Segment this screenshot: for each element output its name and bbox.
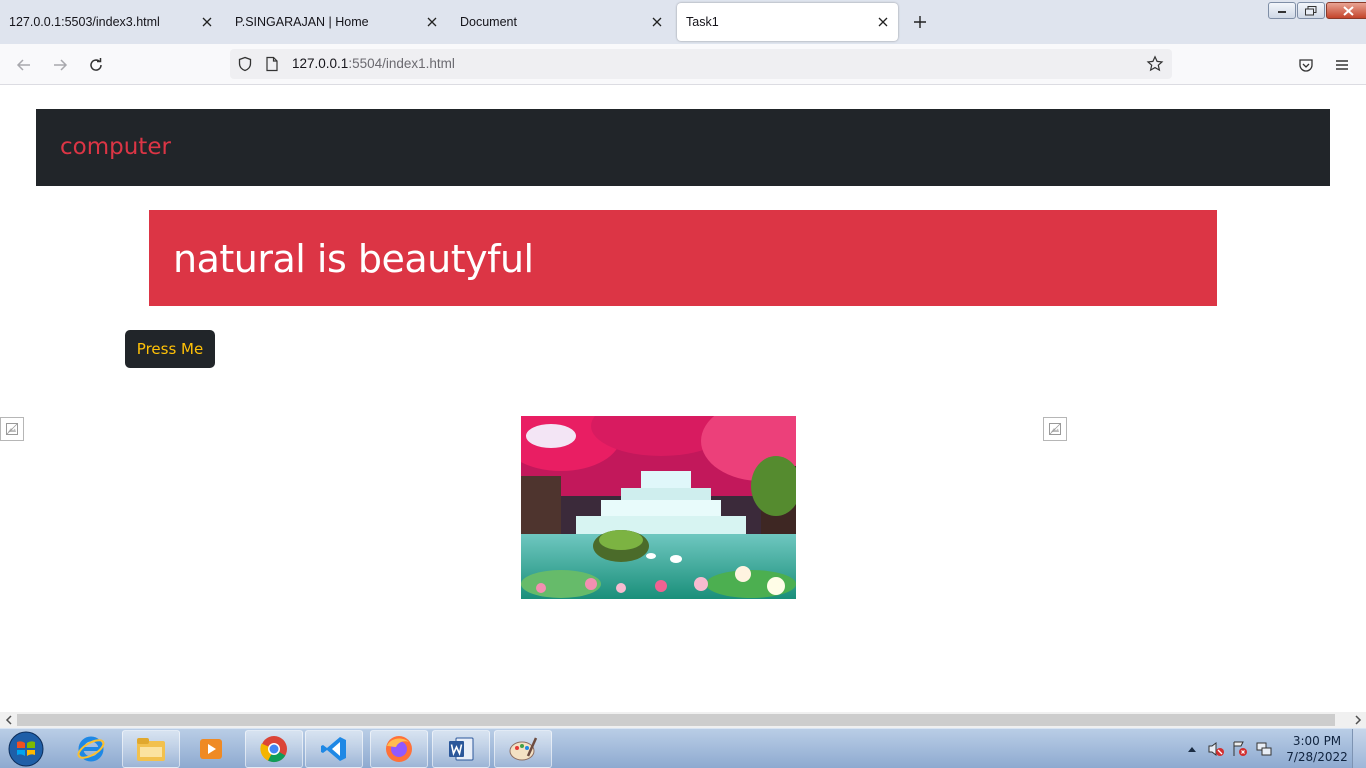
hamburger-menu-icon xyxy=(1336,60,1348,70)
system-clock[interactable]: 3:00 PM 7/28/2022 xyxy=(1284,733,1350,765)
tab-task1[interactable]: Task1 xyxy=(677,3,898,41)
scrollbar-thumb[interactable] xyxy=(17,714,1335,726)
taskbar-internet-explorer[interactable] xyxy=(62,730,120,768)
close-tab-icon[interactable] xyxy=(421,11,443,33)
broken-image-icon xyxy=(1043,417,1067,441)
tab-title: Task1 xyxy=(686,15,719,29)
chrome-icon xyxy=(260,736,287,763)
volume-muted-icon xyxy=(1208,742,1224,756)
close-tab-icon[interactable] xyxy=(646,11,668,33)
new-tab-button[interactable] xyxy=(907,9,933,35)
tab-singarajan-home[interactable]: P.SINGARAJAN | Home xyxy=(226,3,447,41)
forward-arrow-icon xyxy=(54,59,68,71)
minimize-button[interactable] xyxy=(1268,2,1296,19)
clock-date: 7/28/2022 xyxy=(1286,750,1348,764)
back-button[interactable] xyxy=(12,53,36,77)
plus-icon xyxy=(914,16,926,28)
tab-document[interactable]: Document xyxy=(451,3,672,41)
hero-banner: natural is beautyful xyxy=(149,210,1217,306)
windows-taskbar: 3:00 PM 7/28/2022 xyxy=(0,728,1366,768)
vscode-icon xyxy=(321,737,346,761)
url-path: :5504/index1.html xyxy=(348,56,455,71)
app-menu-button[interactable] xyxy=(1330,53,1354,77)
volume-muted-button[interactable] xyxy=(1206,735,1226,763)
close-window-button[interactable] xyxy=(1326,2,1366,19)
taskbar-file-explorer[interactable] xyxy=(122,730,180,768)
site-navbar: computer xyxy=(36,109,1330,186)
chevron-up-icon xyxy=(1188,747,1196,752)
scroll-right-icon[interactable] xyxy=(1349,712,1366,728)
waterfall-photo xyxy=(521,416,796,599)
action-center-button[interactable] xyxy=(1230,735,1250,763)
flag-alert-icon xyxy=(1233,741,1247,756)
tab-strip: 127.0.0.1:5503/index3.html P.SINGARAJAN … xyxy=(0,0,1366,44)
tab-title: P.SINGARAJAN | Home xyxy=(235,15,369,29)
bookmark-star-icon[interactable] xyxy=(1146,55,1164,78)
pocket-button[interactable] xyxy=(1294,53,1318,77)
pocket-icon xyxy=(1299,59,1313,72)
navigation-toolbar: 127.0.0.1:5504/index1.html xyxy=(0,44,1366,85)
file-explorer-icon xyxy=(137,738,165,761)
tab-index3[interactable]: 127.0.0.1:5503/index3.html xyxy=(0,3,222,41)
page-viewport: computer natural is beautyful Press Me xyxy=(0,85,1366,712)
taskbar-media-player[interactable] xyxy=(182,730,240,768)
reload-icon xyxy=(90,58,102,71)
url-host: 127.0.0.1 xyxy=(292,56,349,71)
close-tab-icon[interactable] xyxy=(196,11,218,33)
tab-title: 127.0.0.1:5503/index3.html xyxy=(9,15,160,29)
show-desktop-button[interactable] xyxy=(1352,729,1366,768)
tab-title: Document xyxy=(460,15,517,29)
back-arrow-icon xyxy=(16,59,30,71)
clock-time: 3:00 PM xyxy=(1292,734,1342,748)
network-icon xyxy=(1256,742,1272,756)
restore-icon xyxy=(1305,5,1317,15)
forward-button[interactable] xyxy=(48,53,72,77)
minimize-icon xyxy=(1278,10,1286,13)
start-button[interactable] xyxy=(4,730,48,768)
taskbar-firefox[interactable] xyxy=(370,730,428,768)
network-button[interactable] xyxy=(1254,735,1274,763)
media-player-icon xyxy=(200,739,222,759)
windows-logo-icon xyxy=(8,731,44,767)
taskbar-paint[interactable] xyxy=(494,730,552,768)
url-text[interactable]: 127.0.0.1:5504/index1.html xyxy=(292,56,455,71)
broken-image-icon xyxy=(0,417,24,441)
taskbar-chrome[interactable] xyxy=(245,730,303,768)
word-icon xyxy=(449,737,474,761)
show-hidden-icons-button[interactable] xyxy=(1182,735,1202,763)
internet-explorer-icon xyxy=(77,736,105,762)
window-controls xyxy=(1267,2,1366,20)
close-icon xyxy=(1342,5,1354,16)
press-me-button[interactable]: Press Me xyxy=(125,330,215,368)
reload-button[interactable] xyxy=(84,53,108,77)
address-bar[interactable]: 127.0.0.1:5504/index1.html xyxy=(230,49,1172,79)
close-tab-icon[interactable] xyxy=(872,11,894,33)
horizontal-scrollbar[interactable] xyxy=(0,712,1366,728)
navbar-brand[interactable]: computer xyxy=(60,134,171,160)
restore-button[interactable] xyxy=(1297,2,1325,19)
firefox-icon xyxy=(386,736,412,762)
shield-icon[interactable] xyxy=(237,56,253,77)
hero-heading: natural is beautyful xyxy=(173,237,534,281)
taskbar-vscode[interactable] xyxy=(305,730,363,768)
taskbar-word[interactable] xyxy=(432,730,490,768)
paint-icon xyxy=(509,737,538,761)
scroll-left-icon[interactable] xyxy=(0,712,17,728)
page-info-icon[interactable] xyxy=(265,56,279,77)
